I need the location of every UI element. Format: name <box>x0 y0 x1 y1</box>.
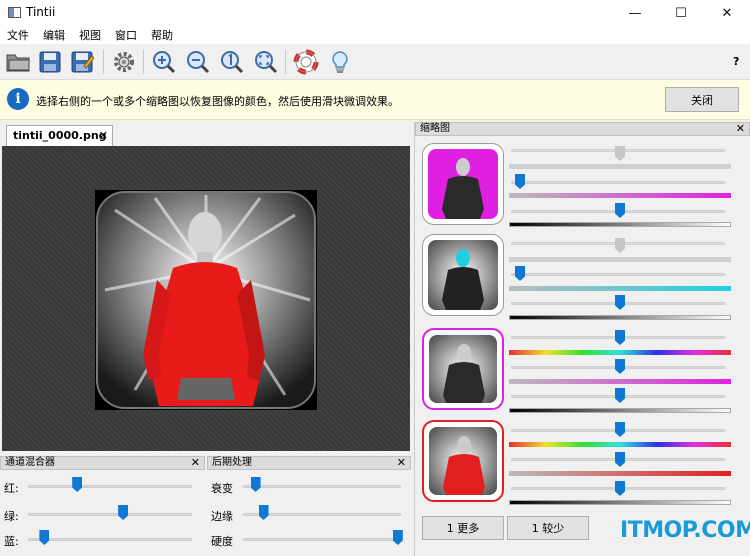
thumb1-bar3 <box>509 222 731 227</box>
watermark: ITMOP.COM <box>620 518 750 543</box>
thumb3-bar2 <box>509 379 731 384</box>
decay-label: 衰变 <box>211 482 233 495</box>
thumb2-bar2 <box>509 286 731 291</box>
thumb3-bar3 <box>509 408 731 413</box>
red-label: 红: <box>4 482 19 495</box>
main-image <box>95 190 317 410</box>
red-slider-track[interactable] <box>28 485 192 488</box>
tip-lightbulb-icon[interactable] <box>325 47 355 77</box>
thumb2-bar1 <box>509 257 731 262</box>
post-processing-title: 后期处理 <box>212 457 252 468</box>
post-processing-panel: 衰变 边缘 硬度 <box>207 470 411 556</box>
thumb4-slider1-handle[interactable] <box>615 422 625 437</box>
thumbnail-selected-red[interactable] <box>422 420 504 502</box>
edge-slider-handle[interactable] <box>258 505 269 520</box>
hardness-slider-handle[interactable] <box>392 530 403 545</box>
blue-slider-track[interactable] <box>28 538 192 541</box>
thumbnail-title: 缩略图 <box>420 123 450 134</box>
tab-label: tintii_0000.png <box>13 129 107 142</box>
window-title: Tintii <box>26 5 56 19</box>
thumb4-slider2-handle[interactable] <box>615 452 625 467</box>
menu-window[interactable]: 窗口 <box>108 26 144 44</box>
app-icon <box>8 7 21 18</box>
thumb3-slider1-handle[interactable] <box>615 330 625 345</box>
less-button[interactable]: 1 较少 <box>507 516 589 540</box>
green-slider-track[interactable] <box>28 513 192 516</box>
minimize-button[interactable]: — <box>612 0 658 26</box>
thumbnail-magenta[interactable] <box>422 143 504 225</box>
menu-help[interactable]: 帮助 <box>144 26 180 44</box>
channel-mixer-header: 通道混合器 ✕ <box>0 456 205 470</box>
thumb1-bar2 <box>509 193 731 198</box>
info-bar: i 选择右侧的一个或多个缩略图以恢复图像的颜色，然后使用滑块微调效果。 <box>0 80 750 120</box>
green-label: 绿: <box>4 510 19 523</box>
zoom-fit-icon[interactable] <box>251 47 281 77</box>
thumbnail-cyan[interactable] <box>422 234 504 316</box>
thumbnail-dock: 缩略图 ✕ 1 更多 1 较少 <box>414 122 750 556</box>
settings-gear-icon[interactable] <box>109 47 139 77</box>
post-processing-close-icon[interactable]: ✕ <box>397 457 406 469</box>
thumb2-slider1-handle[interactable] <box>615 238 625 253</box>
thumb3-bar1 <box>509 350 731 355</box>
open-folder-icon[interactable] <box>3 47 33 77</box>
thumbnail-selected-magenta[interactable] <box>422 328 504 410</box>
zoom-in-icon[interactable] <box>149 47 179 77</box>
channel-mixer-panel: 红: 绿: 蓝: <box>0 470 205 556</box>
toolbar-separator <box>143 50 144 74</box>
thumb2-slider3-handle[interactable] <box>615 295 625 310</box>
blue-slider-handle[interactable] <box>39 530 50 545</box>
tab-image[interactable]: tintii_0000.png ✕ <box>6 125 113 147</box>
channel-mixer-close-icon[interactable]: ✕ <box>191 457 200 469</box>
post-processing-header: 后期处理 ✕ <box>207 456 411 470</box>
thumb4-bar2 <box>509 471 731 476</box>
info-message: 选择右侧的一个或多个缩略图以恢复图像的颜色，然后使用滑块微调效果。 <box>36 95 399 108</box>
title-bar: Tintii — ☐ ✕ <box>0 0 750 26</box>
decay-slider-handle[interactable] <box>250 477 261 492</box>
save-as-icon[interactable] <box>67 47 97 77</box>
thumb2-slider2[interactable] <box>511 273 725 276</box>
thumbnail-header: 缩略图 ✕ <box>415 122 750 136</box>
more-button[interactable]: 1 更多 <box>422 516 504 540</box>
thumb1-slider3-handle[interactable] <box>615 203 625 218</box>
help-lifebuoy-icon[interactable] <box>291 47 321 77</box>
toolbar-separator <box>285 50 286 74</box>
whats-this-help-button[interactable]: ? <box>733 55 739 68</box>
menu-edit[interactable]: 编辑 <box>36 26 72 44</box>
menu-bar: 文件 编辑 视图 窗口 帮助 <box>0 26 750 44</box>
green-slider-handle[interactable] <box>118 505 129 520</box>
hardness-slider-track[interactable] <box>243 538 401 541</box>
thumb2-bar3 <box>509 315 731 320</box>
thumb1-slider2-handle[interactable] <box>515 174 525 189</box>
thumb1-bar1 <box>509 164 731 169</box>
thumb4-bar3 <box>509 500 731 505</box>
toolbar: ? <box>0 44 750 80</box>
red-slider-handle[interactable] <box>72 477 83 492</box>
menu-view[interactable]: 视图 <box>72 26 108 44</box>
thumbnail-close-icon[interactable]: ✕ <box>736 123 745 135</box>
toolbar-separator <box>103 50 104 74</box>
hardness-label: 硬度 <box>211 535 233 548</box>
thumb4-slider3-handle[interactable] <box>615 481 625 496</box>
edge-label: 边缘 <box>211 510 233 523</box>
tab-close-icon[interactable]: ✕ <box>99 129 108 142</box>
thumb4-bar1 <box>509 442 731 447</box>
thumb1-slider2[interactable] <box>511 181 725 184</box>
zoom-actual-size-icon[interactable] <box>217 47 247 77</box>
close-window-button[interactable]: ✕ <box>704 0 750 26</box>
close-infobar-button[interactable]: 关闭 <box>665 87 739 112</box>
decay-slider-track[interactable] <box>243 485 401 488</box>
channel-mixer-title: 通道混合器 <box>5 457 55 468</box>
blue-label: 蓝: <box>4 535 19 548</box>
maximize-button[interactable]: ☐ <box>658 0 704 26</box>
thumb1-slider1-handle[interactable] <box>615 146 625 161</box>
info-icon: i <box>7 88 29 110</box>
thumb3-slider2-handle[interactable] <box>615 359 625 374</box>
menu-file[interactable]: 文件 <box>0 26 36 44</box>
zoom-out-icon[interactable] <box>183 47 213 77</box>
thumb3-slider3-handle[interactable] <box>615 388 625 403</box>
save-icon[interactable] <box>35 47 65 77</box>
thumb2-slider2-handle[interactable] <box>515 266 525 281</box>
